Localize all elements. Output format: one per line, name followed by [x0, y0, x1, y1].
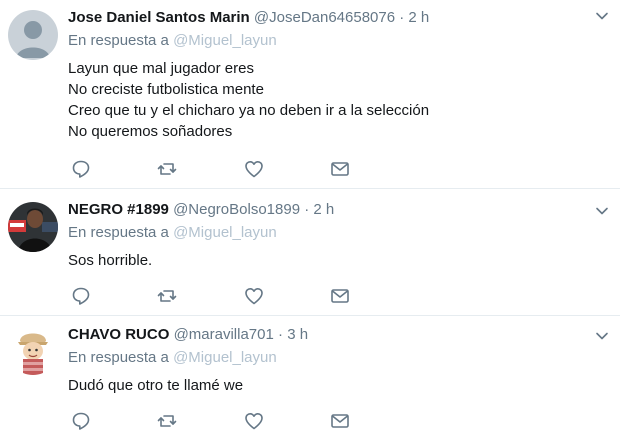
tweet-header: CHAVO RUCO @maravilla701 · 3 h [68, 325, 590, 345]
reply-button[interactable] [70, 410, 92, 432]
reply-mention-link[interactable]: @Miguel_layun [173, 224, 277, 241]
retweet-icon [157, 163, 177, 175]
tweet-text-line: Layun que mal jugador eres [68, 60, 254, 77]
user-handle[interactable]: @JoseDan64658076 [254, 9, 395, 26]
tweet-content: Jose Daniel Santos Marin @JoseDan6465807… [68, 8, 590, 142]
tweet-actions [68, 410, 368, 432]
like-button[interactable] [243, 410, 265, 432]
avatar[interactable] [8, 325, 58, 375]
tweet-header: Jose Daniel Santos Marin @JoseDan6465807… [68, 8, 590, 28]
reply-mention-link[interactable]: @Miguel_layun [173, 349, 277, 366]
reply-context: En respuesta a @Miguel_layun [68, 348, 590, 368]
cartoon-avatar [8, 325, 58, 375]
tweet-header: NEGRO #1899 @NegroBolso1899 · 2 h [68, 200, 590, 220]
avatar[interactable] [8, 202, 58, 252]
chevron-down-icon[interactable] [594, 328, 610, 344]
separator-dot: · [304, 201, 310, 218]
direct-message-button[interactable] [329, 410, 351, 432]
separator-dot: · [278, 326, 284, 343]
heart-icon [245, 161, 263, 178]
tweet-text-line: No creciste futbolistica mente [68, 81, 264, 98]
envelope-icon [331, 414, 349, 428]
direct-message-button[interactable] [329, 158, 351, 180]
user-handle[interactable]: @NegroBolso1899 [173, 201, 300, 218]
retweet-button[interactable] [156, 410, 178, 432]
tweet-content: NEGRO #1899 @NegroBolso1899 · 2 h En res… [68, 200, 590, 271]
tweet-text-line: No queremos soñadores [68, 123, 233, 140]
tweet-text-line: Creo que tu y el chicharo ya no deben ir… [68, 102, 430, 119]
reply-button[interactable] [70, 285, 92, 307]
retweet-icon [157, 290, 177, 302]
timestamp[interactable]: 2 h [408, 9, 429, 26]
reply-prefix: En respuesta a [68, 349, 169, 366]
retweet-button[interactable] [156, 285, 178, 307]
tweet-text: Layun que mal jugador eres No creciste f… [68, 58, 590, 142]
reply-mention-link[interactable]: @Miguel_layun [173, 32, 277, 49]
user-fullname[interactable]: CHAVO RUCO [68, 326, 169, 343]
reply-icon [72, 160, 90, 178]
chevron-down-icon[interactable] [594, 8, 610, 24]
tweet-text-line: Sos horrible. [68, 252, 153, 269]
direct-message-button[interactable] [329, 285, 351, 307]
like-button[interactable] [243, 158, 265, 180]
user-fullname[interactable]: Jose Daniel Santos Marin [68, 9, 250, 26]
tweet[interactable]: NEGRO #1899 @NegroBolso1899 · 2 h En res… [0, 189, 620, 316]
timestamp[interactable]: 2 h [313, 201, 334, 218]
tweet-actions [68, 158, 368, 180]
retweet-icon [157, 415, 177, 427]
reply-button[interactable] [70, 158, 92, 180]
tweet-text: Dudó que otro te llamé we [68, 375, 590, 396]
heart-icon [245, 413, 263, 430]
avatar[interactable] [8, 10, 58, 60]
tweet[interactable]: CHAVO RUCO @maravilla701 · 3 h En respue… [0, 316, 620, 437]
photo-avatar [8, 202, 58, 252]
tweet-text-line: Dudó que otro te llamé we [68, 377, 244, 394]
chevron-down-icon[interactable] [594, 203, 610, 219]
timestamp[interactable]: 3 h [287, 326, 308, 343]
user-fullname[interactable]: NEGRO #1899 [68, 201, 169, 218]
like-button[interactable] [243, 285, 265, 307]
reply-context: En respuesta a @Miguel_layun [68, 31, 590, 51]
envelope-icon [331, 162, 349, 176]
tweet-actions [68, 285, 368, 307]
retweet-button[interactable] [156, 158, 178, 180]
reply-icon [72, 412, 90, 430]
user-handle[interactable]: @maravilla701 [174, 326, 274, 343]
tweet-text: Sos horrible. [68, 250, 590, 271]
tweet-content: CHAVO RUCO @maravilla701 · 3 h En respue… [68, 325, 590, 396]
separator-dot: · [399, 9, 405, 26]
reply-context: En respuesta a @Miguel_layun [68, 223, 590, 243]
default-avatar-icon [8, 10, 58, 60]
tweet[interactable]: Jose Daniel Santos Marin @JoseDan6465807… [0, 0, 620, 189]
reply-prefix: En respuesta a [68, 224, 169, 241]
heart-icon [245, 288, 263, 305]
reply-icon [72, 287, 90, 305]
envelope-icon [331, 289, 349, 303]
reply-prefix: En respuesta a [68, 32, 169, 49]
